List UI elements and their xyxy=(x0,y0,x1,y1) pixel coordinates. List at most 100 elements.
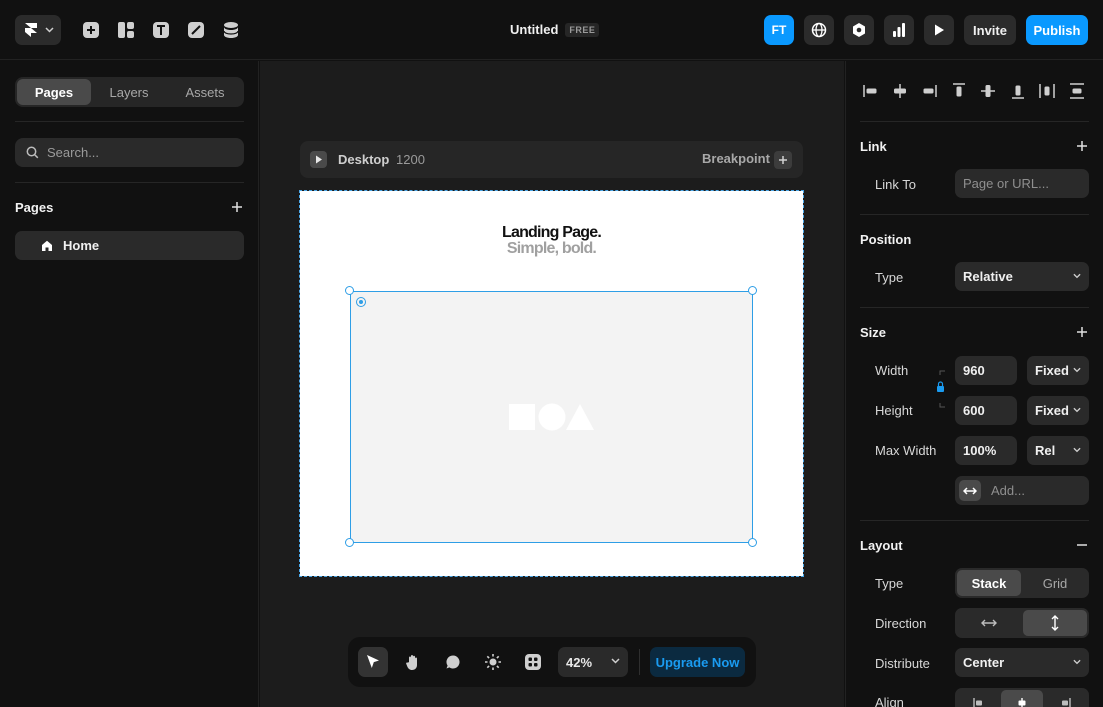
add-size-constraint-input[interactable]: Add... xyxy=(955,476,1089,505)
insert-plus-icon[interactable] xyxy=(82,21,100,39)
left-panel-tabs: Pages Layers Assets xyxy=(15,77,244,107)
breakpoint-device: Desktop xyxy=(338,152,390,167)
select-tool-button[interactable] xyxy=(358,647,388,677)
max-width-input[interactable]: 100% xyxy=(955,436,1017,465)
add-link-icon[interactable] xyxy=(1075,139,1089,153)
hand-icon xyxy=(405,654,421,671)
divider xyxy=(15,182,244,183)
align-start-button[interactable] xyxy=(957,690,999,707)
align-bottom-icon[interactable] xyxy=(1009,82,1027,100)
selected-image-frame[interactable] xyxy=(350,291,753,543)
add-breakpoint-button[interactable] xyxy=(774,151,792,169)
resize-handle-bottom-right[interactable] xyxy=(748,538,757,547)
width-mode-select[interactable]: Fixed xyxy=(1027,356,1089,385)
link-to-placeholder: Page or URL... xyxy=(963,176,1049,191)
max-width-mode-value: Rel xyxy=(1035,443,1056,458)
link-to-input[interactable]: Page or URL... xyxy=(955,169,1089,198)
text-tool-icon[interactable] xyxy=(152,21,170,39)
align-left-icon[interactable] xyxy=(862,82,880,100)
chevron-down-icon xyxy=(611,658,620,664)
play-icon xyxy=(932,23,946,37)
user-avatar-button[interactable]: FT xyxy=(764,15,794,45)
align-top-icon[interactable] xyxy=(950,82,968,100)
align-end-button[interactable] xyxy=(1045,690,1087,707)
add-size-icon[interactable] xyxy=(1075,325,1089,339)
zoom-select[interactable]: 42% xyxy=(558,647,628,677)
framer-logo-icon xyxy=(24,22,38,38)
align-center-horizontal-icon[interactable] xyxy=(891,82,909,100)
pen-tool-icon[interactable] xyxy=(187,21,205,39)
align-center-button[interactable] xyxy=(1001,690,1043,707)
breakpoint-bar: Desktop 1200 Breakpoint xyxy=(300,141,803,178)
distribute-value: Center xyxy=(963,655,1005,670)
align-end-icon xyxy=(1060,697,1072,707)
preview-button[interactable] xyxy=(924,15,954,45)
page-item-home[interactable]: Home xyxy=(15,231,244,260)
toolbar-divider xyxy=(639,649,640,675)
tab-pages[interactable]: Pages xyxy=(17,79,91,105)
add-page-icon[interactable] xyxy=(230,200,244,214)
height-input[interactable]: 600 xyxy=(955,396,1017,425)
theme-toggle-button[interactable] xyxy=(478,647,508,677)
remove-layout-icon[interactable] xyxy=(1075,538,1089,552)
chevron-down-icon xyxy=(1073,659,1081,667)
tab-assets[interactable]: Assets xyxy=(168,79,242,105)
width-input[interactable]: 960 xyxy=(955,356,1017,385)
preview-breakpoint-button[interactable] xyxy=(310,151,327,168)
top-bar: Untitled FREE FT Invite Publish xyxy=(0,0,1103,60)
distribute-horizontal-icon[interactable] xyxy=(1038,82,1056,100)
components-button[interactable] xyxy=(518,647,548,677)
zoom-value: 42% xyxy=(566,654,593,670)
align-center-vertical-icon[interactable] xyxy=(979,82,997,100)
divider xyxy=(860,121,1089,122)
chevron-down-icon xyxy=(45,27,54,33)
align-start-icon xyxy=(972,697,984,707)
direction-segmented xyxy=(955,608,1089,638)
position-type-label: Type xyxy=(875,270,904,285)
sun-icon xyxy=(484,653,502,671)
desktop-frame[interactable]: Landing Page. Simple, bold. xyxy=(299,190,804,577)
project-title-area[interactable]: Untitled FREE xyxy=(510,22,600,37)
right-panel: Link Link To Page or URL... Position Typ… xyxy=(845,61,1103,707)
plugins-button[interactable] xyxy=(844,15,874,45)
app-menu-button[interactable] xyxy=(15,15,61,45)
direction-vertical-button[interactable] xyxy=(1023,610,1087,636)
resize-handle-top-right[interactable] xyxy=(748,286,757,295)
layout-type-segmented: Stack Grid xyxy=(955,568,1089,598)
database-icon[interactable] xyxy=(222,21,240,39)
layout-type-grid[interactable]: Grid xyxy=(1023,570,1087,596)
layout-grid-icon[interactable] xyxy=(117,21,135,39)
position-type-select[interactable]: Relative xyxy=(955,262,1089,291)
hand-tool-button[interactable] xyxy=(398,647,428,677)
upgrade-now-button[interactable]: Upgrade Now xyxy=(650,647,745,677)
resize-handle-top-left[interactable] xyxy=(345,286,354,295)
publish-button[interactable]: Publish xyxy=(1026,15,1088,45)
comment-tool-button[interactable] xyxy=(438,647,468,677)
search-input[interactable]: Search... xyxy=(15,138,244,167)
search-placeholder: Search... xyxy=(47,145,100,160)
distribute-vertical-icon[interactable] xyxy=(1068,82,1086,100)
height-mode-select[interactable]: Fixed xyxy=(1027,396,1089,425)
hero-subtitle[interactable]: Simple, bold. xyxy=(300,240,803,258)
max-width-mode-select[interactable]: Rel xyxy=(1027,436,1089,465)
align-right-icon[interactable] xyxy=(920,82,938,100)
layout-type-stack[interactable]: Stack xyxy=(957,570,1021,596)
distribute-select[interactable]: Center xyxy=(955,648,1089,677)
tab-layers[interactable]: Layers xyxy=(92,79,166,105)
analytics-button[interactable] xyxy=(884,15,914,45)
divider xyxy=(860,214,1089,215)
divider xyxy=(860,520,1089,521)
page-item-label: Home xyxy=(63,238,100,253)
max-width-label: Max Width xyxy=(875,443,937,458)
upgrade-label: Upgrade Now xyxy=(655,654,740,670)
add-size-placeholder: Add... xyxy=(991,483,1025,498)
aspect-lock-icon[interactable] xyxy=(936,369,946,412)
resize-handle-bottom-left[interactable] xyxy=(345,538,354,547)
canvas[interactable]: Desktop 1200 Breakpoint Landing Page. Si… xyxy=(260,61,844,707)
height-value: 600 xyxy=(963,403,985,418)
invite-button[interactable]: Invite xyxy=(964,15,1016,45)
plan-badge: FREE xyxy=(565,22,600,37)
site-settings-button[interactable] xyxy=(804,15,834,45)
direction-horizontal-button[interactable] xyxy=(957,610,1021,636)
horizontal-resize-icon xyxy=(959,480,981,501)
